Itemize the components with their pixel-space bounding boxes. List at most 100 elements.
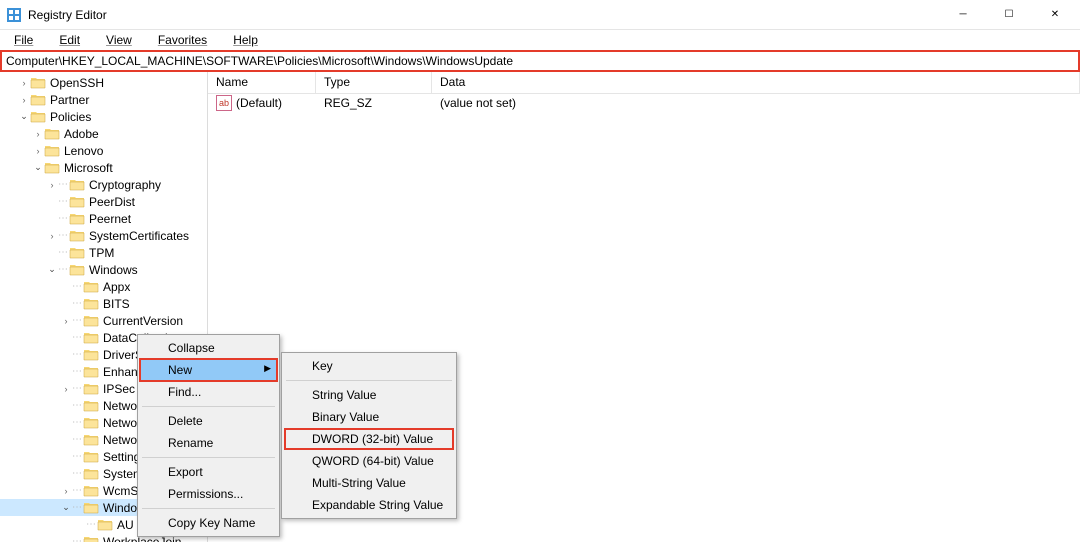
tree-item[interactable]: ⋯TPM: [0, 244, 207, 261]
folder-icon: [83, 297, 99, 310]
tree-item[interactable]: ⌄Microsoft: [0, 159, 207, 176]
folder-icon: [83, 382, 99, 395]
folder-icon: [44, 127, 60, 140]
menu-item[interactable]: Binary Value: [284, 406, 454, 428]
menu-item[interactable]: Delete: [140, 410, 277, 432]
menu-view[interactable]: View: [94, 31, 144, 49]
tree-item-label: AU: [117, 518, 134, 532]
tree-item[interactable]: ›⋯SystemCertificates: [0, 227, 207, 244]
header-name[interactable]: Name: [208, 72, 316, 93]
tree-item[interactable]: ⋯PeerDist: [0, 193, 207, 210]
tree-item[interactable]: ›Lenovo: [0, 142, 207, 159]
expand-arrow-icon[interactable]: ›: [60, 316, 72, 326]
menu-item[interactable]: QWORD (64-bit) Value: [284, 450, 454, 472]
expand-arrow-icon[interactable]: ›: [18, 95, 30, 105]
minimize-button[interactable]: ─: [940, 0, 986, 30]
menu-item[interactable]: Expandable String Value: [284, 494, 454, 516]
tree-item-label: Cryptography: [89, 178, 161, 192]
tree-item[interactable]: › Partner: [0, 91, 207, 108]
expand-arrow-icon[interactable]: ›: [18, 78, 30, 88]
menu-item[interactable]: Copy Key Name: [140, 512, 277, 534]
tree-item[interactable]: ›⋯CurrentVersion: [0, 312, 207, 329]
folder-icon: [30, 93, 46, 106]
folder-icon: [83, 484, 99, 497]
tree-item-label: Adobe: [64, 127, 99, 141]
close-button[interactable]: ✕: [1032, 0, 1078, 30]
tree-item-label: TPM: [89, 246, 114, 260]
context-menu: CollapseNew▶Find... DeleteRename ExportPer…: [137, 334, 280, 537]
value-data: (value not set): [432, 96, 1080, 110]
folder-icon: [69, 246, 85, 259]
folder-icon: [83, 467, 99, 480]
folder-icon: [44, 144, 60, 157]
tree-item[interactable]: ⋯Peernet: [0, 210, 207, 227]
folder-icon: [83, 314, 99, 327]
menu-item[interactable]: Collapse: [140, 337, 277, 359]
tree-item[interactable]: ⌄ Policies: [0, 108, 207, 125]
addressbar-row: Computer\HKEY_LOCAL_MACHINE\SOFTWARE\Pol…: [0, 50, 1080, 72]
folder-icon: [69, 195, 85, 208]
tree-item-label: Policies: [50, 110, 91, 124]
tree-item-label: BITS: [103, 297, 130, 311]
tree-item[interactable]: ⋯Appx: [0, 278, 207, 295]
string-value-icon: ab: [216, 95, 232, 111]
expand-arrow-icon[interactable]: ›: [32, 146, 44, 156]
menu-item[interactable]: Rename: [140, 432, 277, 454]
menu-item[interactable]: DWORD (32-bit) Value: [284, 428, 454, 450]
tree-item-label: PeerDist: [89, 195, 135, 209]
folder-icon: [83, 348, 99, 361]
tree-item[interactable]: ⋯BITS: [0, 295, 207, 312]
menu-separator: [142, 406, 275, 407]
folder-icon: [83, 365, 99, 378]
menubar: File Edit View Favorites Help: [0, 30, 1080, 50]
menu-item[interactable]: Key: [284, 355, 454, 377]
folder-icon: [97, 518, 113, 531]
value-type: REG_SZ: [316, 96, 432, 110]
menu-item[interactable]: Export: [140, 461, 277, 483]
addressbar[interactable]: Computer\HKEY_LOCAL_MACHINE\SOFTWARE\Pol…: [0, 50, 1080, 72]
menu-separator: [142, 508, 275, 509]
expand-arrow-icon[interactable]: ⌄: [46, 264, 58, 275]
folder-icon: [69, 178, 85, 191]
menu-favorites[interactable]: Favorites: [146, 31, 219, 49]
folder-icon: [83, 331, 99, 344]
tree-item[interactable]: ⌄⋯Windows: [0, 261, 207, 278]
tree-item-label: Partner: [50, 93, 89, 107]
value-row[interactable]: ab (Default) REG_SZ (value not set): [208, 94, 1080, 112]
folder-icon: [83, 501, 99, 514]
context-submenu-new: Key String ValueBinary ValueDWORD (32-bit…: [281, 352, 457, 519]
menu-item[interactable]: Find...: [140, 381, 277, 403]
expand-arrow-icon[interactable]: ›: [32, 129, 44, 139]
folder-icon: [83, 450, 99, 463]
expand-arrow-icon[interactable]: ⌄: [18, 111, 30, 122]
menu-item[interactable]: String Value: [284, 384, 454, 406]
tree-item-label: Appx: [103, 280, 130, 294]
window-title: Registry Editor: [28, 8, 940, 22]
expand-arrow-icon[interactable]: ›: [60, 486, 72, 496]
tree-item[interactable]: › OpenSSH: [0, 74, 207, 91]
menu-item[interactable]: Multi-String Value: [284, 472, 454, 494]
expand-arrow-icon[interactable]: ›: [46, 180, 58, 190]
header-type[interactable]: Type: [316, 72, 432, 93]
menu-edit[interactable]: Edit: [47, 31, 92, 49]
tree-item[interactable]: › Adobe: [0, 125, 207, 142]
folder-icon: [83, 535, 99, 542]
menu-item[interactable]: Permissions...: [140, 483, 277, 505]
expand-arrow-icon[interactable]: ›: [46, 231, 58, 241]
tree-item-label: OpenSSH: [50, 76, 104, 90]
header-data[interactable]: Data: [432, 72, 1080, 93]
menu-help[interactable]: Help: [221, 31, 270, 49]
menu-item[interactable]: New▶: [140, 359, 277, 381]
expand-arrow-icon[interactable]: ⌄: [32, 162, 44, 173]
expand-arrow-icon[interactable]: ›: [60, 384, 72, 394]
expand-arrow-icon[interactable]: ⌄: [60, 502, 72, 513]
menu-separator: [142, 457, 275, 458]
value-name: (Default): [236, 96, 282, 110]
maximize-button[interactable]: ☐: [986, 0, 1032, 30]
menu-file[interactable]: File: [2, 31, 45, 49]
tree-item[interactable]: ›⋯Cryptography: [0, 176, 207, 193]
folder-icon: [83, 399, 99, 412]
menu-separator: [286, 380, 452, 381]
folder-icon: [83, 416, 99, 429]
tree-item-label: SystemCertificates: [89, 229, 189, 243]
